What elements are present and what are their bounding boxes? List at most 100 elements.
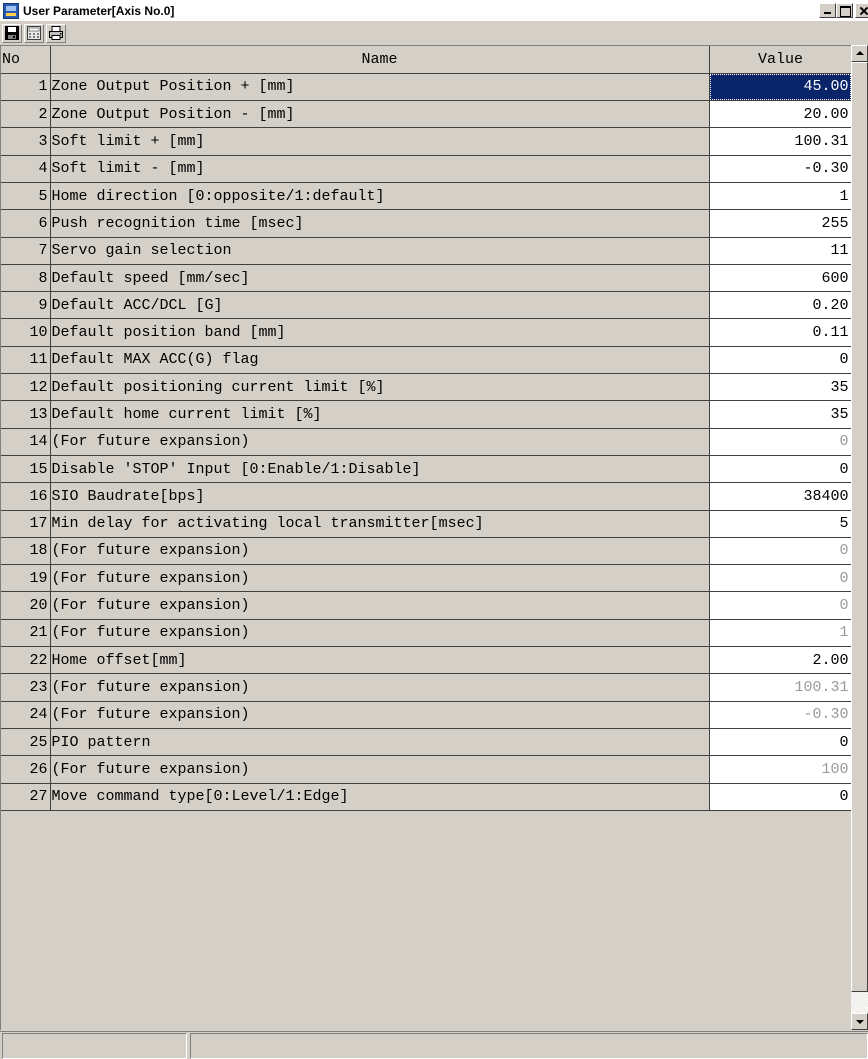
table-row[interactable]: 5 Home direction [0:opposite/1:default] 1	[1, 182, 853, 211]
parameter-value-cell[interactable]: 0.20	[709, 291, 853, 320]
parameter-name: PIO pattern	[50, 728, 710, 757]
row-number[interactable]: 8	[1, 264, 51, 293]
scroll-up-button[interactable]	[851, 45, 868, 62]
row-number[interactable]: 20	[1, 591, 51, 620]
row-number[interactable]: 15	[1, 455, 51, 484]
app-icon[interactable]	[3, 2, 19, 19]
parameter-name: Home direction [0:opposite/1:default]	[50, 182, 710, 211]
parameter-name: Default speed [mm/sec]	[50, 264, 710, 293]
row-number[interactable]: 4	[1, 155, 51, 183]
table-row[interactable]: 12 Default positioning current limit [%] 3…	[1, 373, 853, 402]
table-row[interactable]: 9 Default ACC/DCL [G] 0.20	[1, 291, 853, 320]
row-number[interactable]: 26	[1, 755, 51, 784]
parameter-name: Soft limit + [mm]	[50, 127, 710, 156]
calculator-button[interactable]	[24, 23, 44, 43]
parameter-value-cell[interactable]: 255	[709, 209, 853, 238]
table-row[interactable]: 16 SIO Baudrate[bps] 38400	[1, 482, 853, 511]
parameter-value-cell[interactable]: 600	[709, 264, 853, 293]
table-row[interactable]: 18 (For future expansion) 0	[1, 537, 853, 566]
column-header-name[interactable]: Name	[50, 46, 710, 74]
parameter-value-cell[interactable]: 0	[709, 591, 853, 620]
parameter-value-cell[interactable]: 0.11	[709, 318, 853, 347]
table-row[interactable]: 25 PIO pattern 0	[1, 728, 853, 757]
row-number[interactable]: 9	[1, 291, 51, 320]
table-row[interactable]: 13 Default home current limit [%] 35	[1, 400, 853, 429]
table-row[interactable]: 22 Home offset[mm] 2.00	[1, 646, 853, 675]
parameter-value-cell[interactable]: 100.31	[709, 673, 853, 702]
column-header-no[interactable]: No	[1, 46, 51, 74]
parameter-value-cell[interactable]: 38400	[709, 482, 853, 511]
row-number[interactable]: 5	[1, 182, 51, 211]
save-button[interactable]	[2, 23, 22, 43]
column-header-value[interactable]: Value	[709, 46, 853, 74]
parameter-value-cell[interactable]: 0	[709, 346, 853, 375]
row-number[interactable]: 10	[1, 318, 51, 347]
row-number[interactable]: 17	[1, 510, 51, 538]
parameter-value-cell[interactable]: 0	[709, 783, 853, 811]
parameter-value-cell[interactable]: 0	[709, 537, 853, 566]
parameter-value-cell[interactable]: 5	[709, 510, 853, 538]
table-row[interactable]: 1 Zone Output Position + [mm] 45.00	[1, 73, 853, 102]
row-number[interactable]: 18	[1, 537, 51, 566]
row-number[interactable]: 13	[1, 400, 51, 429]
parameter-value-cell[interactable]: 100	[709, 755, 853, 784]
vertical-scrollbar[interactable]	[851, 45, 868, 1030]
row-number[interactable]: 7	[1, 237, 51, 265]
row-number[interactable]: 19	[1, 564, 51, 593]
table-row[interactable]: 17 Min delay for activating local transmi…	[1, 510, 853, 538]
table-row[interactable]: 19 (For future expansion) 0	[1, 564, 853, 593]
parameter-value-cell[interactable]: 0	[709, 455, 853, 484]
row-number[interactable]: 25	[1, 728, 51, 757]
parameter-value-cell[interactable]: 100.31	[709, 127, 853, 156]
table-row[interactable]: 4 Soft limit - [mm] -0.30	[1, 155, 853, 183]
table-row[interactable]: 20 (For future expansion) 0	[1, 591, 853, 620]
parameter-value-cell[interactable]: -0.30	[709, 155, 853, 183]
table-row[interactable]: 7 Servo gain selection 11	[1, 237, 853, 265]
row-number[interactable]: 22	[1, 646, 51, 675]
row-number[interactable]: 21	[1, 619, 51, 648]
close-button[interactable]	[855, 3, 868, 18]
parameter-value-cell[interactable]: 0	[709, 728, 853, 757]
parameter-value-cell[interactable]: -0.30	[709, 701, 853, 729]
row-number[interactable]: 11	[1, 346, 51, 375]
table-row[interactable]: 6 Push recognition time [msec] 255	[1, 209, 853, 238]
parameter-value-cell[interactable]: 2.00	[709, 646, 853, 675]
table-row[interactable]: 2 Zone Output Position - [mm] 20.00	[1, 100, 853, 129]
row-number[interactable]: 1	[1, 73, 51, 102]
parameter-value-cell[interactable]: 20.00	[709, 100, 853, 129]
row-number[interactable]: 12	[1, 373, 51, 402]
row-number[interactable]: 16	[1, 482, 51, 511]
parameter-value-cell[interactable]: 0	[709, 428, 853, 456]
parameter-value-cell[interactable]: 45.00	[709, 73, 853, 102]
parameter-name: Push recognition time [msec]	[50, 209, 710, 238]
row-number[interactable]: 24	[1, 701, 51, 729]
table-row[interactable]: 15 Disable 'STOP' Input [0:Enable/1:Disab…	[1, 455, 853, 484]
row-number[interactable]: 23	[1, 673, 51, 702]
minimize-button[interactable]	[819, 3, 836, 18]
table-row[interactable]: 10 Default position band [mm] 0.11	[1, 318, 853, 347]
table-row[interactable]: 23 (For future expansion) 100.31	[1, 673, 853, 702]
table-row[interactable]: 26 (For future expansion) 100	[1, 755, 853, 784]
print-button[interactable]	[46, 23, 66, 43]
table-row[interactable]: 3 Soft limit + [mm] 100.31	[1, 127, 853, 156]
table-row[interactable]: 21 (For future expansion) 1	[1, 619, 853, 648]
row-number[interactable]: 2	[1, 100, 51, 129]
parameter-value-cell[interactable]: 1	[709, 182, 853, 211]
table-row[interactable]: 27 Move command type[0:Level/1:Edge] 0	[1, 783, 853, 811]
parameter-value-cell[interactable]: 35	[709, 373, 853, 402]
row-number[interactable]: 6	[1, 209, 51, 238]
scroll-down-button[interactable]	[851, 1013, 868, 1030]
row-number[interactable]: 27	[1, 783, 51, 811]
table-row[interactable]: 8 Default speed [mm/sec] 600	[1, 264, 853, 293]
maximize-button[interactable]	[836, 3, 853, 18]
parameter-value-cell[interactable]: 0	[709, 564, 853, 593]
table-row[interactable]: 14 (For future expansion) 0	[1, 428, 853, 456]
parameter-value-cell[interactable]: 35	[709, 400, 853, 429]
scrollbar-thumb[interactable]	[851, 62, 868, 992]
parameter-value-cell[interactable]: 1	[709, 619, 853, 648]
row-number[interactable]: 3	[1, 127, 51, 156]
parameter-value-cell[interactable]: 11	[709, 237, 853, 265]
table-row[interactable]: 11 Default MAX ACC(G) flag 0	[1, 346, 853, 375]
row-number[interactable]: 14	[1, 428, 51, 456]
table-row[interactable]: 24 (For future expansion) -0.30	[1, 701, 853, 729]
